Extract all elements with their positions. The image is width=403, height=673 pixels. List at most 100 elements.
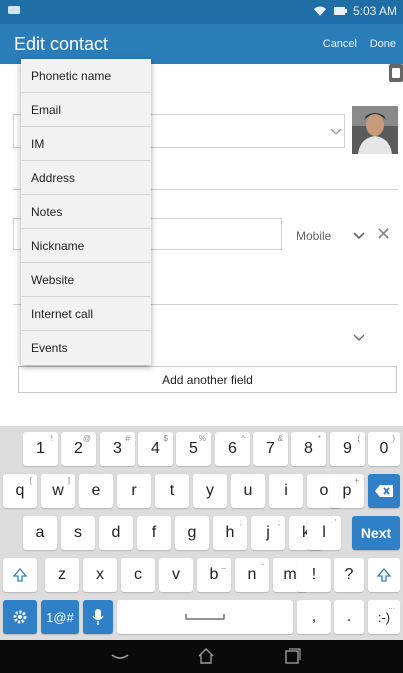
key-f[interactable]: f <box>137 516 171 550</box>
backspace-key[interactable] <box>368 474 400 508</box>
remove-phone-icon[interactable]: ✕ <box>376 224 391 245</box>
chevron-down-icon[interactable] <box>353 232 365 240</box>
symbols-key[interactable]: 1@# <box>41 600 79 634</box>
comma-key[interactable]: , <box>297 600 331 634</box>
key-alt: : <box>239 518 242 527</box>
gear-icon <box>13 610 27 624</box>
key-label: 6 <box>228 440 237 457</box>
key-label: 9 <box>343 440 352 457</box>
shift-icon <box>13 568 27 582</box>
key-alt: ... <box>388 602 395 611</box>
key-alt: ; <box>277 518 280 527</box>
key-w[interactable]: w] <box>41 474 75 508</box>
key-alt: ] <box>67 476 70 485</box>
key-label: r <box>131 482 137 499</box>
key-d[interactable]: d <box>99 516 133 550</box>
space-key[interactable] <box>117 600 293 634</box>
key-0[interactable]: 0) <box>368 432 400 466</box>
key-h[interactable]: h: <box>213 516 247 550</box>
menu-item-events[interactable]: Events <box>21 331 151 365</box>
key-alt: _ <box>221 560 226 569</box>
key-t[interactable]: t <box>155 474 189 508</box>
key-9[interactable]: 9( <box>330 432 365 466</box>
key-3[interactable]: 3 # <box>100 432 135 466</box>
recent-apps-icon[interactable] <box>282 647 302 665</box>
key-p[interactable]: p + <box>330 474 364 508</box>
shift-key-right[interactable] <box>368 558 400 592</box>
key-label: 8 <box>304 440 313 457</box>
key-alt: & <box>277 434 283 443</box>
cancel-button[interactable]: Cancel <box>323 38 357 50</box>
backspace-icon <box>375 485 393 497</box>
navigation-bar <box>0 640 403 673</box>
key-b[interactable]: b _ <box>197 558 231 592</box>
key-v[interactable]: v <box>159 558 193 592</box>
key-5[interactable]: 5% <box>176 432 211 466</box>
add-another-field-button[interactable]: Add another field <box>18 366 397 393</box>
key-label: 2 <box>74 440 83 457</box>
key-label: 5 <box>189 440 198 457</box>
account-icon[interactable] <box>389 64 403 82</box>
key-label: ? <box>344 566 354 583</box>
key-label: 0 <box>379 440 389 457</box>
menu-item-website[interactable]: Website <box>21 263 151 297</box>
menu-item-internet-call[interactable]: Internet call <box>21 297 151 331</box>
key-x[interactable]: x <box>83 558 117 592</box>
key-z[interactable]: z <box>45 558 79 592</box>
emoticon-key[interactable]: :-)... <box>368 600 400 634</box>
key-q[interactable]: q[ <box>3 474 37 508</box>
key-l[interactable]: l ' <box>307 516 341 550</box>
key-u[interactable]: u <box>231 474 265 508</box>
key-label: h <box>225 524 235 541</box>
menu-item-email[interactable]: Email <box>21 93 151 127</box>
key-label: z <box>58 566 66 583</box>
key-label: 1 <box>36 440 45 457</box>
phone-type-label[interactable]: Mobile <box>296 229 331 243</box>
page-title: Edit contact <box>14 34 109 54</box>
keyboard: 1! 2 @ 3 # 4 $ 5% 6 ^ 7 & 8 * 9( 0) q[ w] e r … <box>0 426 403 640</box>
key-alt: + <box>354 476 359 485</box>
key-y[interactable]: y <box>193 474 227 508</box>
shift-key[interactable] <box>3 558 37 592</box>
key-7[interactable]: 7 & <box>253 432 288 466</box>
key-label: d <box>111 524 121 541</box>
done-button[interactable]: Done <box>370 38 396 50</box>
voice-input-key[interactable] <box>83 600 113 634</box>
key-alt: ! <box>50 434 53 443</box>
menu-item-im[interactable]: IM <box>21 127 151 161</box>
clock: 5:03 AM <box>352 4 397 18</box>
menu-item-phonetic-name[interactable]: Phonetic name <box>21 59 151 93</box>
key-alt: % <box>198 434 206 443</box>
chevron-down-icon[interactable] <box>330 128 342 136</box>
key-label: w <box>52 482 64 499</box>
key-g[interactable]: g <box>175 516 209 550</box>
shift-icon <box>377 568 391 582</box>
key-2[interactable]: 2 @ <box>61 432 96 466</box>
menu-item-notes[interactable]: Notes <box>21 195 151 229</box>
menu-item-address[interactable]: Address <box>21 161 151 195</box>
key-a[interactable]: a <box>23 516 57 550</box>
key-label: t <box>169 482 175 499</box>
menu-item-nickname[interactable]: Nickname <box>21 229 151 263</box>
key-4[interactable]: 4 $ <box>138 432 173 466</box>
period-key[interactable]: . <box>334 600 364 634</box>
chevron-down-icon[interactable] <box>353 334 365 342</box>
settings-key[interactable] <box>3 600 37 634</box>
next-key[interactable]: Next <box>352 516 400 550</box>
key-6[interactable]: 6 ^ <box>215 432 250 466</box>
key-j[interactable]: j; <box>251 516 285 550</box>
key-label: p <box>342 482 352 499</box>
key-r[interactable]: r <box>117 474 151 508</box>
key-i[interactable]: i <box>269 474 303 508</box>
home-icon[interactable] <box>196 647 216 665</box>
key-c[interactable]: c <box>121 558 155 592</box>
key-8[interactable]: 8 * <box>291 432 326 466</box>
avatar[interactable] <box>352 106 398 154</box>
key-s[interactable]: s <box>61 516 95 550</box>
key-1[interactable]: 1! <box>23 432 58 466</box>
key-n[interactable]: n- <box>235 558 269 592</box>
back-icon[interactable] <box>110 647 130 665</box>
key-exclamation[interactable]: ! <box>297 558 331 592</box>
key-question[interactable]: ? <box>334 558 364 592</box>
key-e[interactable]: e <box>79 474 113 508</box>
